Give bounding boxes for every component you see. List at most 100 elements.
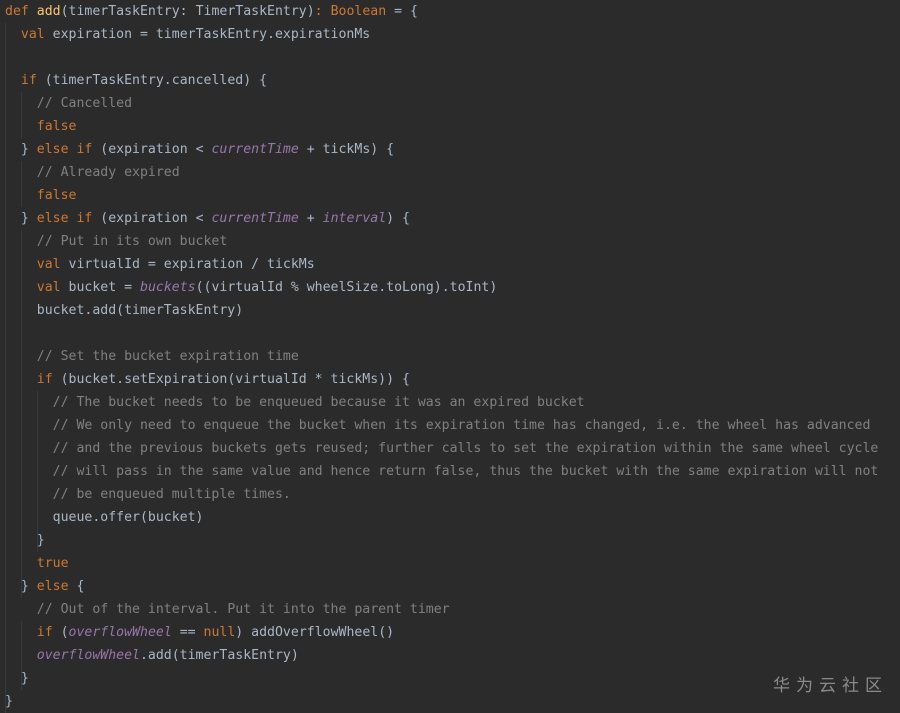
code-line[interactable]: // We only need to enqueue the bucket wh… — [5, 414, 871, 437]
code-line[interactable]: true — [5, 552, 69, 575]
code-token: (timerTaskEntry.cancelled) { — [44, 73, 268, 88]
code-line[interactable]: // will pass in the same value and hence… — [5, 460, 879, 483]
code-line[interactable]: // The bucket needs to be enqueued becau… — [5, 391, 585, 414]
watermark-logo: 华为云社区 — [773, 671, 888, 696]
code-token: } — [5, 211, 37, 226]
code-line[interactable]: if (timerTaskEntry.cancelled) { — [5, 69, 267, 92]
code-line[interactable]: val virtualId = expiration / tickMs — [5, 253, 315, 276]
code-token: bucket.add(timerTaskEntry) — [5, 303, 244, 318]
code-token: } — [5, 579, 37, 594]
code-token: currentTime — [211, 211, 299, 226]
code-line[interactable]: // Set the bucket expiration time — [5, 345, 299, 368]
code-token: (expiration < — [100, 211, 212, 226]
code-token: false — [36, 188, 77, 203]
code-token: } — [5, 142, 37, 157]
code-token: ((virtualId % wheelSize.toLong).toInt) — [195, 280, 498, 295]
code-token: : — [314, 4, 331, 19]
code-token: // Cancelled — [36, 96, 133, 111]
code-token: add — [36, 4, 61, 19]
code-token: (timerTaskEntry: TimerTaskEntry) — [60, 4, 315, 19]
code-line[interactable]: false — [5, 184, 77, 207]
code-token: val — [20, 27, 53, 42]
code-token: // The bucket needs to be enqueued becau… — [52, 395, 585, 410]
code-token: null — [203, 625, 236, 640]
code-token: } — [5, 694, 13, 709]
code-token: if — [20, 73, 45, 88]
code-line[interactable]: // and the previous buckets gets reused;… — [5, 437, 879, 460]
code-token: = { — [394, 4, 418, 19]
code-line[interactable]: val bucket = buckets((virtualId % wheelS… — [5, 276, 498, 299]
code-token: Boolean — [330, 4, 395, 19]
code-token: virtualId = expiration / tickMs — [68, 257, 315, 272]
code-token: (bucket.setExpiration(virtualId * tickMs… — [60, 372, 410, 387]
code-token: + — [298, 211, 323, 226]
code-line[interactable]: // Already expired — [5, 161, 180, 184]
code-token: == — [171, 625, 204, 640]
code-token: // Already expired — [36, 165, 180, 180]
code-line[interactable]: } — [5, 529, 45, 552]
code-token: // Put in its own bucket — [36, 234, 228, 249]
code-line[interactable]: if (overflowWheel == null) addOverflowWh… — [5, 621, 394, 644]
code-token: // be enqueued multiple times. — [52, 487, 291, 502]
code-line[interactable]: if (bucket.setExpiration(virtualId * tic… — [5, 368, 410, 391]
code-token: // Out of the interval. Put it into the … — [36, 602, 450, 617]
code-token: else if — [36, 211, 101, 226]
code-line[interactable]: // Cancelled — [5, 92, 132, 115]
code-token: false — [36, 119, 77, 134]
code-line[interactable]: def add(timerTaskEntry: TimerTaskEntry):… — [5, 0, 418, 23]
code-token: + tickMs) { — [298, 142, 395, 157]
code-token: ) addOverflowWheel() — [235, 625, 395, 640]
code-token: buckets — [140, 280, 196, 295]
code-line[interactable]: } — [5, 667, 29, 690]
code-token: if — [36, 625, 61, 640]
code-line[interactable]: false — [5, 115, 77, 138]
code-line[interactable]: val expiration = timerTaskEntry.expirati… — [5, 23, 370, 46]
code-editor[interactable]: def add(timerTaskEntry: TimerTaskEntry):… — [5, 0, 900, 713]
code-line[interactable]: queue.offer(bucket) — [5, 506, 204, 529]
code-line[interactable]: } else { — [5, 575, 85, 598]
code-token: } — [5, 671, 29, 686]
code-line[interactable]: // Put in its own bucket — [5, 230, 228, 253]
code-token: def — [5, 4, 37, 19]
code-token: { — [76, 579, 85, 594]
code-line[interactable]: bucket.add(timerTaskEntry) — [5, 299, 243, 322]
code-line[interactable]: // Out of the interval. Put it into the … — [5, 598, 450, 621]
code-token: currentTime — [211, 142, 299, 157]
code-token: .add(timerTaskEntry) — [139, 648, 299, 663]
code-token: true — [36, 556, 69, 571]
code-token: queue.offer(bucket) — [5, 510, 204, 525]
code-token: else if — [36, 142, 101, 157]
code-token: // Set the bucket expiration time — [36, 349, 299, 364]
code-token: // will pass in the same value and hence… — [52, 464, 879, 479]
code-token: ) { — [386, 211, 410, 226]
code-token: overflowWheel — [36, 648, 140, 663]
code-token: interval — [322, 211, 387, 226]
code-token: expiration = timerTaskEntry.expirationMs — [52, 27, 371, 42]
code-token: // We only need to enqueue the bucket wh… — [52, 418, 871, 433]
code-line[interactable]: } else if (expiration < currentTime + ti… — [5, 138, 394, 161]
code-line[interactable]: overflowWheel.add(timerTaskEntry) — [5, 644, 299, 667]
code-token: ( — [60, 625, 69, 640]
code-token: overflowWheel — [68, 625, 172, 640]
code-token: else — [36, 579, 77, 594]
code-token: } — [5, 533, 45, 548]
code-token: // and the previous buckets gets reused;… — [52, 441, 879, 456]
code-line[interactable]: } else if (expiration < currentTime + in… — [5, 207, 410, 230]
code-line[interactable]: // be enqueued multiple times. — [5, 483, 291, 506]
